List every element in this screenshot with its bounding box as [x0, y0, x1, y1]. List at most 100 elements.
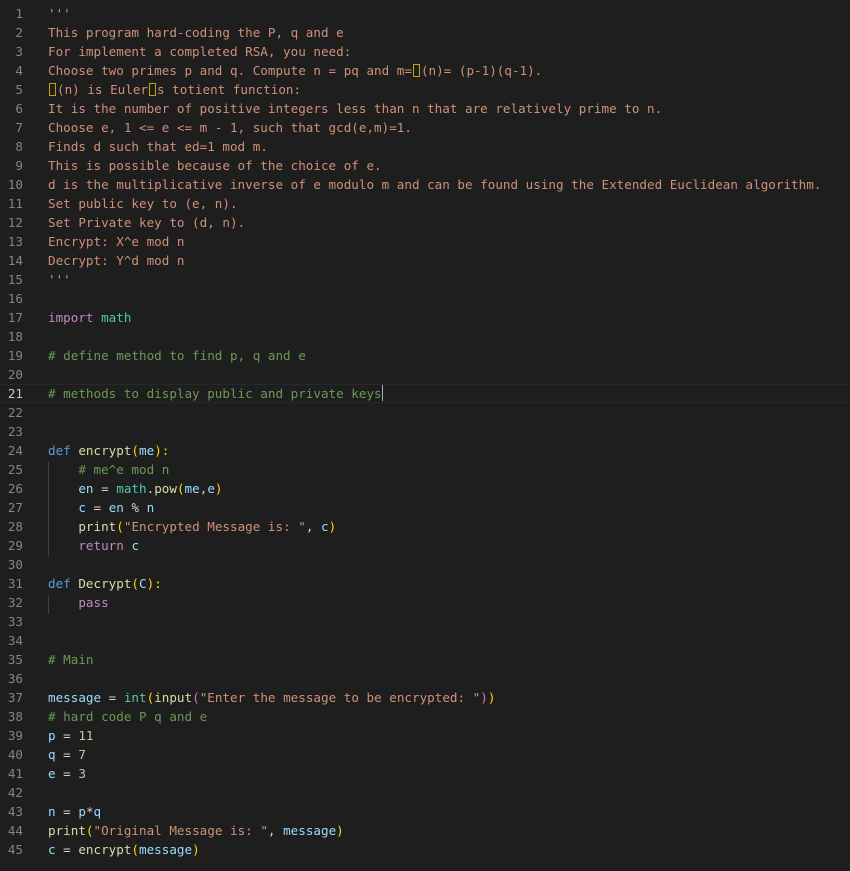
- code-line[interactable]: 8 Finds d such that ed=1 mod m.: [0, 137, 850, 156]
- code-line[interactable]: 7 Choose e, 1 <= e <= m - 1, such that gc…: [0, 118, 850, 137]
- code-token: pass: [78, 595, 109, 610]
- code-token: q: [48, 747, 56, 762]
- code-token: ):: [154, 443, 170, 458]
- code-line[interactable]: 22: [0, 403, 850, 422]
- code-line[interactable]: 20: [0, 365, 850, 384]
- code-token: =: [55, 804, 79, 819]
- code-line[interactable]: 34: [0, 631, 850, 650]
- line-number: 15: [7, 272, 23, 287]
- code-line[interactable]: 25 # me^e mod n: [0, 460, 850, 479]
- unknown-char-box: [149, 83, 156, 96]
- code-line[interactable]: 37 message = int(input("Enter the message…: [0, 688, 850, 707]
- code-line[interactable]: 33: [0, 612, 850, 631]
- code-text: Set public key to (e, n).: [48, 194, 238, 213]
- code-token: Choose two primes p and q. Compute n = p…: [48, 63, 412, 78]
- code-text: It is the number of positive integers le…: [48, 99, 662, 118]
- code-token: Set Private key to (d, n).: [48, 215, 246, 230]
- code-token: Decrypt: [78, 576, 132, 591]
- code-line[interactable]: 39 p = 11: [0, 726, 850, 745]
- code-line[interactable]: 35 # Main: [0, 650, 850, 669]
- line-number: 21: [7, 386, 23, 401]
- code-text: p = 11: [48, 726, 94, 745]
- code-line[interactable]: 23: [0, 422, 850, 441]
- code-line[interactable]: 30: [0, 555, 850, 574]
- code-line[interactable]: 11 Set public key to (e, n).: [0, 194, 850, 213]
- code-line[interactable]: 13 Encrypt: X^e mod n: [0, 232, 850, 251]
- code-line[interactable]: 12 Set Private key to (d, n).: [0, 213, 850, 232]
- code-token: 3: [78, 766, 86, 781]
- code-token: (n)= (p-1)(q-1).: [420, 63, 543, 78]
- code-token: "Encrypted Message is: ": [123, 519, 306, 534]
- line-number: 35: [7, 652, 23, 667]
- code-token: Choose e, 1 <= e <= m - 1, such that gcd…: [48, 120, 412, 135]
- code-line[interactable]: 38 # hard code P q and e: [0, 707, 850, 726]
- code-token: math: [116, 481, 147, 496]
- code-token: e: [207, 481, 215, 496]
- code-line[interactable]: 17 import math: [0, 308, 850, 327]
- line-number: 36: [7, 671, 23, 686]
- code-text: return c: [48, 536, 139, 555]
- code-token: (: [192, 690, 200, 705]
- code-line[interactable]: 10 d is the multiplicative inverse of e m…: [0, 175, 850, 194]
- line-number: 44: [7, 823, 23, 838]
- code-token: # define method to find p, q and e: [48, 348, 306, 363]
- code-line[interactable]: 4 Choose two primes p and q. Compute n = …: [0, 61, 850, 80]
- code-line[interactable]: 44 print("Original Message is: ", message…: [0, 821, 850, 840]
- line-number: 7: [15, 120, 23, 135]
- line-number: 8: [15, 139, 23, 154]
- line-number: 9: [15, 158, 23, 173]
- code-line[interactable]: 27 c = en % n: [0, 498, 850, 517]
- code-token: def: [48, 576, 71, 591]
- code-line[interactable]: 6 It is the number of positive integers l…: [0, 99, 850, 118]
- line-number: 29: [7, 538, 23, 553]
- code-token: =: [55, 842, 79, 857]
- code-line[interactable]: 9 This is possible because of the choice …: [0, 156, 850, 175]
- code-token: message: [139, 842, 193, 857]
- code-line[interactable]: 1 ''': [0, 4, 850, 23]
- code-line[interactable]: 43 n = p*q: [0, 802, 850, 821]
- code-token: int: [123, 690, 147, 705]
- code-line[interactable]: 16: [0, 289, 850, 308]
- code-line[interactable]: 19 # define method to find p, q and e: [0, 346, 850, 365]
- code-line[interactable]: 21 # methods to display public and privat…: [0, 384, 850, 403]
- line-number: 43: [7, 804, 23, 819]
- code-line[interactable]: 15 ''': [0, 270, 850, 289]
- code-line[interactable]: 18: [0, 327, 850, 346]
- line-number: 24: [7, 443, 23, 458]
- line-number: 6: [15, 101, 23, 116]
- code-text: # Main: [48, 650, 94, 669]
- code-line[interactable]: 31 def Decrypt(C):: [0, 574, 850, 593]
- code-line[interactable]: 41 e = 3: [0, 764, 850, 783]
- line-number: 12: [7, 215, 23, 230]
- code-token: (: [131, 576, 140, 591]
- code-line[interactable]: 45 c = encrypt(message): [0, 840, 850, 859]
- line-number: 10: [7, 177, 23, 192]
- code-line[interactable]: 24 def encrypt(me):: [0, 441, 850, 460]
- code-token: ,: [305, 519, 322, 534]
- code-line[interactable]: 32 pass: [0, 593, 850, 612]
- code-line[interactable]: 42: [0, 783, 850, 802]
- line-number: 39: [7, 728, 23, 743]
- code-line[interactable]: 40 q = 7: [0, 745, 850, 764]
- code-line[interactable]: 36: [0, 669, 850, 688]
- code-token: %: [123, 500, 147, 515]
- code-token: C: [139, 576, 147, 591]
- code-text: # define method to find p, q and e: [48, 346, 306, 365]
- code-token: n: [48, 804, 56, 819]
- code-line[interactable]: 5 (n) is Euler s totient function:: [0, 80, 850, 99]
- code-line[interactable]: 2 This program hard-coding the P, q and e: [0, 23, 850, 42]
- code-editor[interactable]: 1 ''' 2 This program hard-coding the P, q a…: [0, 0, 850, 871]
- code-text: For implement a completed RSA, you need:: [48, 42, 351, 61]
- code-line[interactable]: 28 print("Encrypted Message is: ", c): [0, 517, 850, 536]
- code-line[interactable]: 29 return c: [0, 536, 850, 555]
- code-token: # methods to display public and private …: [48, 386, 382, 401]
- code-token: message: [283, 823, 337, 838]
- code-token: (: [85, 823, 94, 838]
- code-line[interactable]: 3 For implement a completed RSA, you need…: [0, 42, 850, 61]
- code-line[interactable]: 26 en = math.pow(me,e): [0, 479, 850, 498]
- line-number: 27: [7, 500, 23, 515]
- code-token: (: [176, 481, 185, 496]
- code-line[interactable]: 14 Decrypt: Y^d mod n: [0, 251, 850, 270]
- code-text: def encrypt(me):: [48, 441, 169, 460]
